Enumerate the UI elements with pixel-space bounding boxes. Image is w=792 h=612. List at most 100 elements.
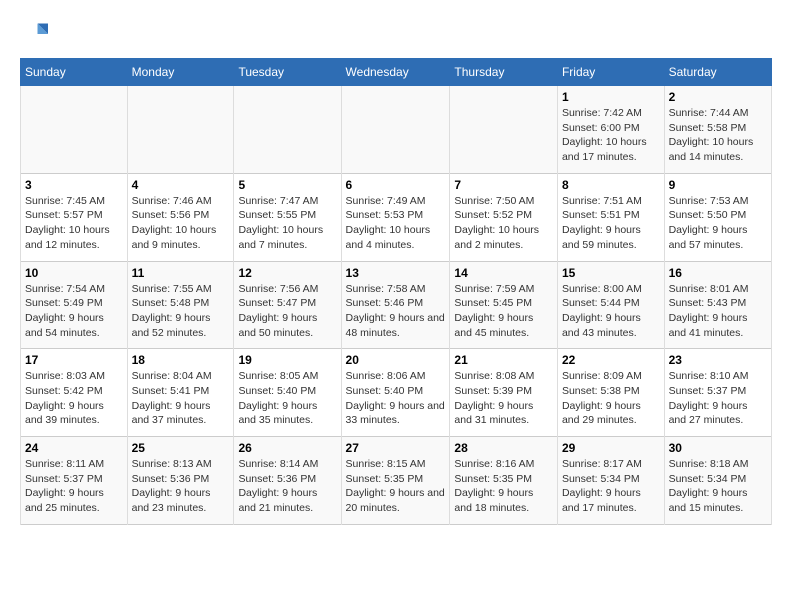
calendar-cell: 19 Sunrise: 8:05 AMSunset: 5:40 PMDayligh… — [234, 349, 341, 437]
week-row-4: 17 Sunrise: 8:03 AMSunset: 5:42 PMDayligh… — [21, 349, 772, 437]
day-number: 16 — [669, 266, 767, 280]
day-info: Sunrise: 8:17 AMSunset: 5:34 PMDaylight:… — [562, 457, 660, 516]
day-info: Sunrise: 8:13 AMSunset: 5:36 PMDaylight:… — [132, 457, 230, 516]
calendar-cell — [450, 86, 558, 174]
calendar-cell — [234, 86, 341, 174]
day-info: Sunrise: 7:46 AMSunset: 5:56 PMDaylight:… — [132, 194, 230, 253]
day-number: 13 — [346, 266, 446, 280]
day-number: 21 — [454, 353, 553, 367]
day-number: 6 — [346, 178, 446, 192]
calendar-cell: 22 Sunrise: 8:09 AMSunset: 5:38 PMDayligh… — [557, 349, 664, 437]
day-info: Sunrise: 8:11 AMSunset: 5:37 PMDaylight:… — [25, 457, 123, 516]
day-number: 29 — [562, 441, 660, 455]
logo — [20, 20, 52, 48]
day-number: 22 — [562, 353, 660, 367]
week-row-5: 24 Sunrise: 8:11 AMSunset: 5:37 PMDayligh… — [21, 437, 772, 525]
day-info: Sunrise: 8:01 AMSunset: 5:43 PMDaylight:… — [669, 282, 767, 341]
calendar-cell: 8 Sunrise: 7:51 AMSunset: 5:51 PMDaylight… — [557, 173, 664, 261]
calendar-cell: 14 Sunrise: 7:59 AMSunset: 5:45 PMDayligh… — [450, 261, 558, 349]
header-day-saturday: Saturday — [664, 59, 771, 86]
header-day-friday: Friday — [557, 59, 664, 86]
calendar-cell: 25 Sunrise: 8:13 AMSunset: 5:36 PMDayligh… — [127, 437, 234, 525]
day-info: Sunrise: 8:15 AMSunset: 5:35 PMDaylight:… — [346, 457, 446, 516]
day-number: 8 — [562, 178, 660, 192]
day-info: Sunrise: 7:47 AMSunset: 5:55 PMDaylight:… — [238, 194, 336, 253]
day-info: Sunrise: 8:03 AMSunset: 5:42 PMDaylight:… — [25, 369, 123, 428]
day-info: Sunrise: 7:55 AMSunset: 5:48 PMDaylight:… — [132, 282, 230, 341]
calendar-cell: 30 Sunrise: 8:18 AMSunset: 5:34 PMDayligh… — [664, 437, 771, 525]
day-number: 7 — [454, 178, 553, 192]
calendar-cell: 24 Sunrise: 8:11 AMSunset: 5:37 PMDayligh… — [21, 437, 128, 525]
day-number: 1 — [562, 90, 660, 104]
day-number: 30 — [669, 441, 767, 455]
day-info: Sunrise: 8:18 AMSunset: 5:34 PMDaylight:… — [669, 457, 767, 516]
day-info: Sunrise: 8:00 AMSunset: 5:44 PMDaylight:… — [562, 282, 660, 341]
day-number: 17 — [25, 353, 123, 367]
day-info: Sunrise: 7:56 AMSunset: 5:47 PMDaylight:… — [238, 282, 336, 341]
calendar-cell: 28Sunrise: 8:16 AMSunset: 5:35 PMDayligh… — [450, 437, 558, 525]
calendar-cell: 18 Sunrise: 8:04 AMSunset: 5:41 PMDayligh… — [127, 349, 234, 437]
calendar-cell: 3 Sunrise: 7:45 AMSunset: 5:57 PMDaylight… — [21, 173, 128, 261]
week-row-2: 3 Sunrise: 7:45 AMSunset: 5:57 PMDaylight… — [21, 173, 772, 261]
logo-icon — [20, 20, 48, 48]
header — [20, 20, 772, 48]
day-number: 9 — [669, 178, 767, 192]
calendar-cell: 20 Sunrise: 8:06 AMSunset: 5:40 PMDayligh… — [341, 349, 450, 437]
calendar-cell: 21 Sunrise: 8:08 AMSunset: 5:39 PMDayligh… — [450, 349, 558, 437]
day-info: Sunrise: 8:16 AMSunset: 5:35 PMDaylight:… — [454, 457, 553, 516]
calendar-cell: 10Sunrise: 7:54 AMSunset: 5:49 PMDayligh… — [21, 261, 128, 349]
day-number: 25 — [132, 441, 230, 455]
day-info: Sunrise: 7:51 AMSunset: 5:51 PMDaylight:… — [562, 194, 660, 253]
calendar-cell: 11Sunrise: 7:55 AMSunset: 5:48 PMDayligh… — [127, 261, 234, 349]
day-number: 4 — [132, 178, 230, 192]
day-info: Sunrise: 7:58 AMSunset: 5:46 PMDaylight:… — [346, 282, 446, 341]
calendar-cell — [341, 86, 450, 174]
calendar-table: SundayMondayTuesdayWednesdayThursdayFrid… — [20, 58, 772, 525]
day-number: 15 — [562, 266, 660, 280]
header-day-sunday: Sunday — [21, 59, 128, 86]
calendar-cell: 12 Sunrise: 7:56 AMSunset: 5:47 PMDayligh… — [234, 261, 341, 349]
day-info: Sunrise: 8:05 AMSunset: 5:40 PMDaylight:… — [238, 369, 336, 428]
calendar-cell: 7 Sunrise: 7:50 AMSunset: 5:52 PMDaylight… — [450, 173, 558, 261]
calendar-cell: 4 Sunrise: 7:46 AMSunset: 5:56 PMDaylight… — [127, 173, 234, 261]
calendar-cell: 16 Sunrise: 8:01 AMSunset: 5:43 PMDayligh… — [664, 261, 771, 349]
day-info: Sunrise: 7:49 AMSunset: 5:53 PMDaylight:… — [346, 194, 446, 253]
day-number: 10 — [25, 266, 123, 280]
header-day-thursday: Thursday — [450, 59, 558, 86]
calendar-cell — [21, 86, 128, 174]
day-number: 5 — [238, 178, 336, 192]
day-number: 26 — [238, 441, 336, 455]
calendar-cell: 5 Sunrise: 7:47 AMSunset: 5:55 PMDaylight… — [234, 173, 341, 261]
day-info: Sunrise: 8:06 AMSunset: 5:40 PMDaylight:… — [346, 369, 446, 428]
day-info: Sunrise: 7:53 AMSunset: 5:50 PMDaylight:… — [669, 194, 767, 253]
day-number: 3 — [25, 178, 123, 192]
day-number: 14 — [454, 266, 553, 280]
day-info: Sunrise: 7:50 AMSunset: 5:52 PMDaylight:… — [454, 194, 553, 253]
day-info: Sunrise: 7:44 AMSunset: 5:58 PMDaylight:… — [669, 106, 767, 165]
calendar-cell: 1 Sunrise: 7:42 AMSunset: 6:00 PMDaylight… — [557, 86, 664, 174]
day-info: Sunrise: 8:04 AMSunset: 5:41 PMDaylight:… — [132, 369, 230, 428]
day-number: 20 — [346, 353, 446, 367]
calendar-cell: 6 Sunrise: 7:49 AMSunset: 5:53 PMDaylight… — [341, 173, 450, 261]
day-info: Sunrise: 7:42 AMSunset: 6:00 PMDaylight:… — [562, 106, 660, 165]
day-number: 23 — [669, 353, 767, 367]
day-number: 27 — [346, 441, 446, 455]
day-number: 12 — [238, 266, 336, 280]
day-number: 19 — [238, 353, 336, 367]
day-info: Sunrise: 8:10 AMSunset: 5:37 PMDaylight:… — [669, 369, 767, 428]
calendar-cell: 9 Sunrise: 7:53 AMSunset: 5:50 PMDaylight… — [664, 173, 771, 261]
day-info: Sunrise: 7:45 AMSunset: 5:57 PMDaylight:… — [25, 194, 123, 253]
day-number: 24 — [25, 441, 123, 455]
day-info: Sunrise: 8:09 AMSunset: 5:38 PMDaylight:… — [562, 369, 660, 428]
header-day-wednesday: Wednesday — [341, 59, 450, 86]
calendar-header-row: SundayMondayTuesdayWednesdayThursdayFrid… — [21, 59, 772, 86]
day-info: Sunrise: 7:59 AMSunset: 5:45 PMDaylight:… — [454, 282, 553, 341]
calendar-cell: 26Sunrise: 8:14 AMSunset: 5:36 PMDayligh… — [234, 437, 341, 525]
day-number: 18 — [132, 353, 230, 367]
header-day-monday: Monday — [127, 59, 234, 86]
calendar-cell: 17 Sunrise: 8:03 AMSunset: 5:42 PMDayligh… — [21, 349, 128, 437]
calendar-cell: 2Sunrise: 7:44 AMSunset: 5:58 PMDaylight… — [664, 86, 771, 174]
calendar-cell: 27 Sunrise: 8:15 AMSunset: 5:35 PMDayligh… — [341, 437, 450, 525]
header-day-tuesday: Tuesday — [234, 59, 341, 86]
day-info: Sunrise: 8:08 AMSunset: 5:39 PMDaylight:… — [454, 369, 553, 428]
